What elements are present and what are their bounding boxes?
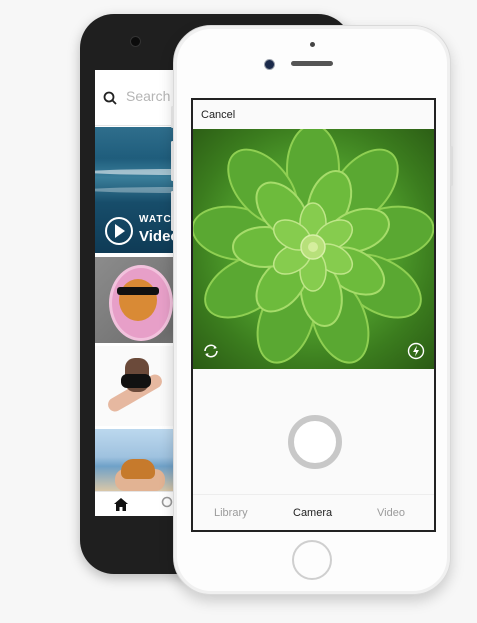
camera-viewfinder[interactable] [193, 129, 434, 369]
tab-library[interactable]: Library [214, 507, 248, 519]
tab-camera[interactable]: Camera [293, 507, 332, 519]
succulent-photo [193, 129, 434, 364]
flash-icon[interactable] [407, 342, 425, 360]
play-icon [105, 217, 133, 245]
home-icon[interactable] [113, 497, 129, 512]
camera-header: Cancel [193, 100, 434, 129]
front-phone: Cancel Library Camera Video [171, 25, 453, 595]
earpiece-speaker [291, 61, 333, 66]
capture-area [193, 369, 434, 494]
switch-camera-icon[interactable] [202, 342, 220, 360]
proximity-sensor [310, 42, 315, 47]
back-phone-camera [130, 36, 141, 47]
shutter-button[interactable] [288, 415, 342, 469]
camera-screen: Cancel Library Camera Video [191, 98, 436, 532]
home-button[interactable] [292, 540, 332, 580]
search-placeholder: Search [126, 88, 171, 104]
camera-mode-tabs: Library Camera Video [193, 494, 434, 530]
tab-video[interactable]: Video [377, 507, 405, 519]
search-icon [103, 91, 117, 105]
cancel-button[interactable]: Cancel [201, 109, 235, 121]
front-camera-lens [264, 59, 275, 70]
